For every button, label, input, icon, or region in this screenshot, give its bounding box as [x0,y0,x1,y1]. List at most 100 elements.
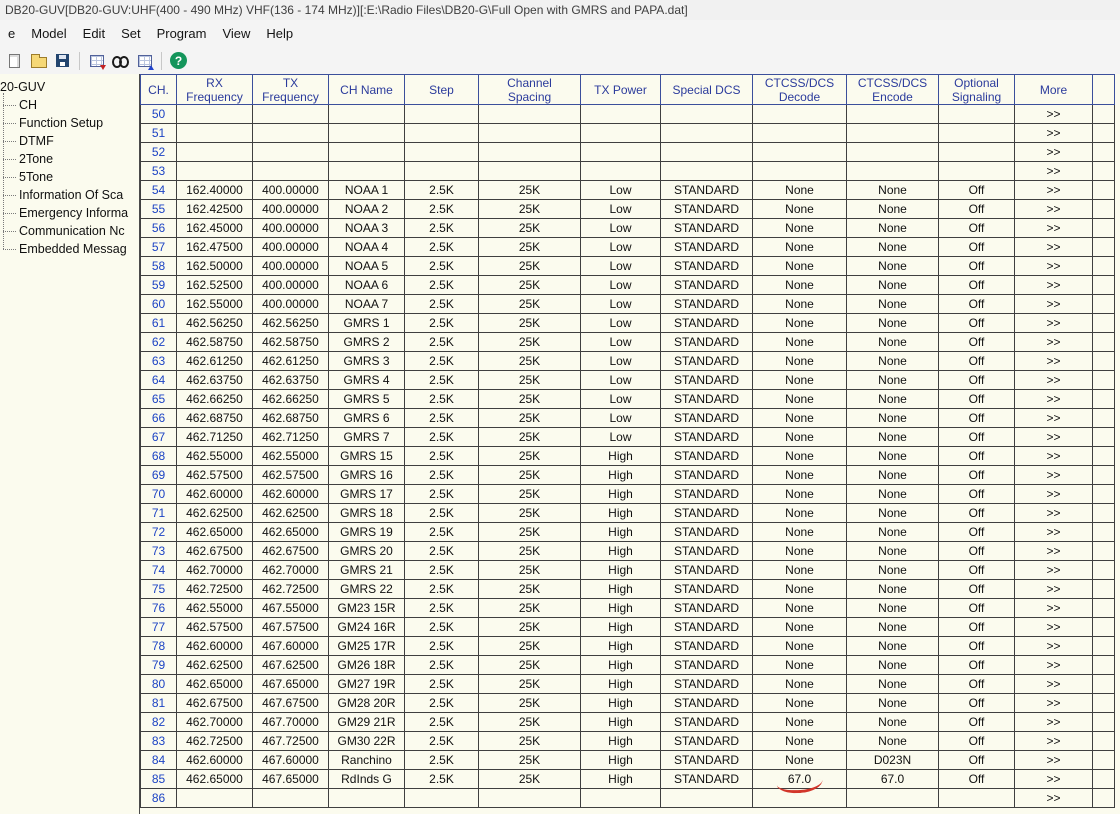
cell-rx-frequency[interactable]: 462.55000 [177,447,253,466]
cell-more[interactable]: >> [1015,637,1093,656]
cell-tx-frequency[interactable]: 400.00000 [253,181,329,200]
cell-channel-spacing[interactable]: 25K [479,523,581,542]
cell-tx-frequency[interactable]: 462.67500 [253,542,329,561]
cell-optional-signaling[interactable]: Off [939,485,1015,504]
cell-ctcss-dcs-decode[interactable]: None [753,409,847,428]
cell-ctcss-dcs-decode[interactable]: None [753,447,847,466]
cell-special-dcs[interactable] [661,105,753,124]
cell-channel-spacing[interactable]: 25K [479,580,581,599]
cell-rx-frequency[interactable]: 162.47500 [177,238,253,257]
cell-ch-name[interactable]: GM30 22R [329,732,405,751]
cell-ctcss-dcs-decode[interactable]: None [753,561,847,580]
cell-optional-signaling[interactable]: Off [939,238,1015,257]
cell-ch-name[interactable]: RdInds G [329,770,405,789]
cell-special-dcs[interactable]: STANDARD [661,523,753,542]
cell-ctcss-dcs-decode[interactable]: None [753,675,847,694]
cell-optional-signaling[interactable]: Off [939,732,1015,751]
cell-channel-spacing[interactable]: 25K [479,466,581,485]
cell-rx-frequency[interactable]: 462.63750 [177,371,253,390]
cell-ctcss-dcs-encode[interactable]: None [847,637,939,656]
cell-ctcss-dcs-decode[interactable]: None [753,352,847,371]
cell-tx-frequency[interactable]: 462.57500 [253,466,329,485]
cell-tx-frequency[interactable]: 462.63750 [253,371,329,390]
cell-ch-name[interactable]: NOAA 2 [329,200,405,219]
cell-special-dcs[interactable] [661,124,753,143]
cell-special-dcs[interactable]: STANDARD [661,276,753,295]
cell-tx-frequency[interactable]: 400.00000 [253,200,329,219]
cell-ctcss-dcs-encode[interactable]: None [847,675,939,694]
cell-ctcss-dcs-decode[interactable]: None [753,694,847,713]
cell-more[interactable]: >> [1015,523,1093,542]
tree-item-function-setup[interactable]: Function Setup [3,114,139,132]
cell-ch[interactable]: 84 [141,751,177,770]
cell-channel-spacing[interactable]: 25K [479,447,581,466]
cell-ch[interactable]: 52 [141,143,177,162]
cell-ctcss-dcs-decode[interactable]: None [753,314,847,333]
cell-rx-frequency[interactable]: 162.50000 [177,257,253,276]
cell-rx-frequency[interactable]: 462.68750 [177,409,253,428]
cell-special-dcs[interactable]: STANDARD [661,447,753,466]
cell-ch[interactable]: 76 [141,599,177,618]
cell-more[interactable]: >> [1015,295,1093,314]
cell-ch-name[interactable]: GM24 16R [329,618,405,637]
cell-step[interactable]: 2.5K [405,238,479,257]
cell-step[interactable]: 2.5K [405,200,479,219]
cell-ctcss-dcs-encode[interactable]: None [847,276,939,295]
cell-channel-spacing[interactable]: 25K [479,485,581,504]
cell-step[interactable]: 2.5K [405,523,479,542]
cell-ch-name[interactable]: NOAA 6 [329,276,405,295]
cell-ctcss-dcs-decode[interactable]: None [753,656,847,675]
save-file-icon[interactable] [52,50,73,71]
cell-step[interactable]: 2.5K [405,770,479,789]
cell-tx-power[interactable]: Low [581,371,661,390]
menu-set[interactable]: Set [113,20,149,47]
cell-special-dcs[interactable]: STANDARD [661,637,753,656]
cell-tx-power[interactable]: High [581,751,661,770]
cell-rx-frequency[interactable]: 462.58750 [177,333,253,352]
cell-ch[interactable]: 57 [141,238,177,257]
cell-ctcss-dcs-encode[interactable] [847,143,939,162]
cell-tx-power[interactable]: Low [581,409,661,428]
cell-ch-name[interactable]: GMRS 21 [329,561,405,580]
cell-optional-signaling[interactable] [939,789,1015,808]
cell-ctcss-dcs-decode[interactable] [753,143,847,162]
cell-more[interactable]: >> [1015,485,1093,504]
cell-ch[interactable]: 81 [141,694,177,713]
cell-ch[interactable]: 72 [141,523,177,542]
cell-tx-power[interactable] [581,124,661,143]
cell-rx-frequency[interactable]: 162.42500 [177,200,253,219]
cell-optional-signaling[interactable]: Off [939,352,1015,371]
cell-special-dcs[interactable] [661,143,753,162]
cell-optional-signaling[interactable]: Off [939,371,1015,390]
cell-optional-signaling[interactable]: Off [939,447,1015,466]
cell-ch-name[interactable]: GMRS 1 [329,314,405,333]
cell-rx-frequency[interactable]: 462.55000 [177,599,253,618]
cell-more[interactable]: >> [1015,390,1093,409]
cell-ctcss-dcs-decode[interactable]: None [753,542,847,561]
cell-ctcss-dcs-decode[interactable]: None [753,618,847,637]
cell-channel-spacing[interactable]: 25K [479,694,581,713]
cell-ch-name[interactable]: GMRS 19 [329,523,405,542]
cell-more[interactable]: >> [1015,732,1093,751]
cell-channel-spacing[interactable]: 25K [479,219,581,238]
cell-channel-spacing[interactable]: 25K [479,314,581,333]
cell-step[interactable]: 2.5K [405,732,479,751]
cell-ch[interactable]: 66 [141,409,177,428]
find-icon[interactable] [110,50,131,71]
cell-step[interactable]: 2.5K [405,599,479,618]
cell-step[interactable]: 2.5K [405,504,479,523]
cell-more[interactable]: >> [1015,561,1093,580]
cell-step[interactable]: 2.5K [405,466,479,485]
cell-ch-name[interactable] [329,162,405,181]
cell-ctcss-dcs-encode[interactable] [847,124,939,143]
cell-step[interactable]: 2.5K [405,219,479,238]
cell-channel-spacing[interactable]: 25K [479,295,581,314]
cell-ch-name[interactable]: GM23 15R [329,599,405,618]
cell-special-dcs[interactable]: STANDARD [661,466,753,485]
cell-optional-signaling[interactable]: Off [939,770,1015,789]
cell-step[interactable] [405,105,479,124]
cell-ctcss-dcs-encode[interactable] [847,105,939,124]
cell-tx-frequency[interactable]: 467.67500 [253,694,329,713]
cell-rx-frequency[interactable] [177,124,253,143]
cell-ch[interactable]: 58 [141,257,177,276]
